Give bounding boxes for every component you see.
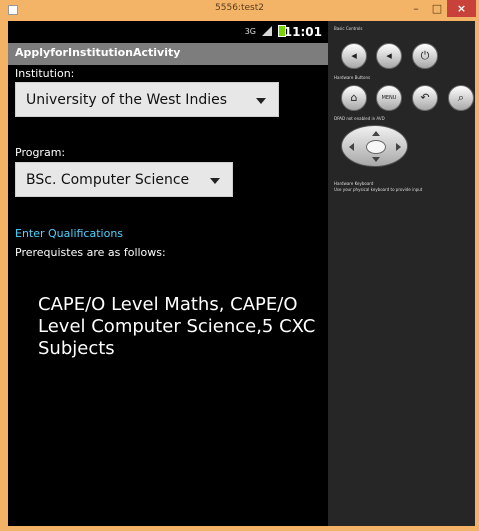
chevron-down-icon: [256, 98, 266, 104]
menu-button[interactable]: MENU: [376, 85, 402, 111]
prerequisites-label: Prerequistes are as follows:: [15, 246, 166, 259]
volume-down-icon: ◂: [351, 49, 357, 62]
prerequisites-text: CAPE/O Level Maths, CAPE/O Level Compute…: [38, 294, 316, 359]
emulator-controls-panel: Basic Controls ◂ ◂ ⏻ Hardware Buttons ⌂ …: [328, 21, 475, 526]
volume-up-button[interactable]: ◂: [376, 43, 402, 69]
institution-label: Institution:: [15, 67, 75, 80]
android-screen: 3G 11:01 ApplyforInstitutionActivity Ins…: [8, 21, 328, 526]
hardware-keyboard-label: Hardware Keyboard: [334, 181, 374, 186]
institution-spinner-value: University of the West Indies: [26, 92, 227, 108]
volume-down-button[interactable]: ◂: [341, 43, 367, 69]
home-icon: ⌂: [350, 91, 358, 104]
status-bar: 3G 11:01: [8, 21, 328, 43]
dpad-right-icon[interactable]: [396, 143, 401, 151]
status-time: 11:01: [283, 25, 322, 39]
chevron-down-icon: [210, 178, 220, 184]
window-titlebar: 5556:test2 – □ ×: [0, 0, 479, 20]
dpad-up-icon[interactable]: [372, 131, 380, 136]
power-button[interactable]: ⏻: [412, 43, 438, 69]
basic-controls-label: Basic Controls: [334, 26, 363, 31]
volume-up-icon: ◂: [386, 49, 392, 62]
program-spinner-value: BSc. Computer Science: [26, 172, 190, 188]
app-title-bar: ApplyforInstitutionActivity: [8, 43, 328, 65]
program-spinner[interactable]: BSc. Computer Science: [15, 162, 233, 197]
dpad-left-icon[interactable]: [349, 143, 354, 151]
back-button[interactable]: ↶: [412, 85, 438, 111]
maximize-button[interactable]: □: [427, 0, 447, 17]
dpad-control[interactable]: [341, 125, 408, 167]
signal-icon: [262, 26, 272, 36]
search-icon: ⌕: [457, 91, 465, 104]
minimize-button[interactable]: –: [405, 0, 427, 17]
institution-spinner[interactable]: University of the West Indies: [15, 82, 279, 117]
emulator-window: 5556:test2 – □ × 3G 11:01 ApplyforInstit…: [0, 0, 479, 531]
search-button[interactable]: ⌕: [448, 85, 474, 111]
app-title: ApplyforInstitutionActivity: [15, 46, 181, 59]
hardware-keyboard-hint: Use your physical keyboard to provide in…: [334, 187, 423, 192]
dpad-label: DPAD not enabled in AVD: [334, 116, 385, 121]
back-icon: ↶: [420, 91, 430, 104]
close-button[interactable]: ×: [447, 0, 476, 17]
program-label: Program:: [15, 146, 66, 159]
status-icons: 3G: [245, 25, 286, 37]
menu-button-label: MENU: [381, 95, 397, 101]
dpad-center-button[interactable]: [366, 140, 386, 154]
network-type-label: 3G: [244, 26, 256, 36]
home-button[interactable]: ⌂: [341, 85, 367, 111]
dpad-down-icon[interactable]: [372, 157, 380, 162]
enter-qualifications-link[interactable]: Enter Qualifications: [15, 227, 123, 240]
power-icon: ⏻: [420, 49, 430, 62]
hardware-buttons-label: Hardware Buttons: [334, 75, 371, 80]
